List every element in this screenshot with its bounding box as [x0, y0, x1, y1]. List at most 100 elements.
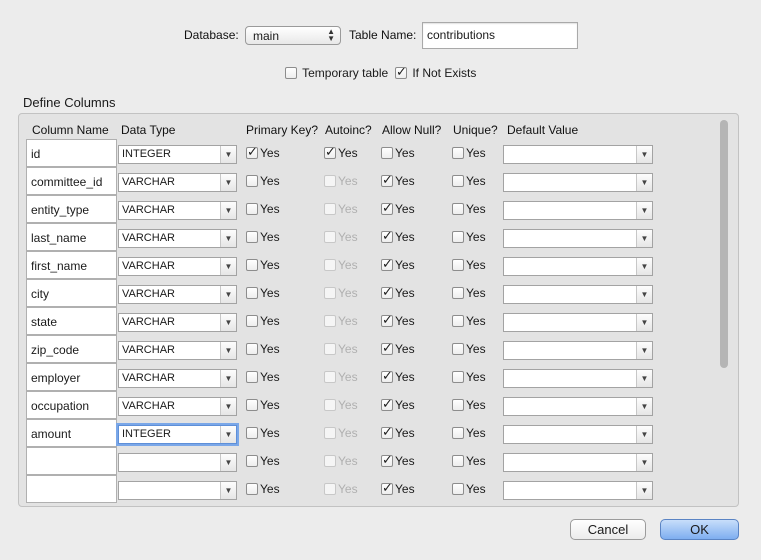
allow-null-checkbox[interactable]: Yes	[381, 480, 415, 496]
chevron-down-icon[interactable]: ▼	[636, 314, 652, 331]
checkbox-box[interactable]	[381, 256, 393, 272]
checkbox-box[interactable]	[246, 315, 258, 327]
chevron-down-icon[interactable]: ▼	[636, 370, 652, 387]
chevron-down-icon[interactable]: ▼	[220, 174, 236, 191]
autoinc-checkbox[interactable]: Yes	[324, 454, 358, 468]
autoinc-checkbox[interactable]: Yes	[324, 370, 358, 384]
checkbox-box[interactable]	[246, 144, 258, 160]
column-name-field[interactable]	[26, 475, 117, 503]
data-type-combo[interactable]: ▼	[118, 481, 237, 500]
primary-key-checkbox[interactable]: Yes	[246, 426, 280, 440]
chevron-down-icon[interactable]: ▼	[220, 258, 236, 275]
column-name-field[interactable]: zip_code	[26, 335, 117, 363]
unique-checkbox[interactable]: Yes	[452, 286, 486, 300]
chevron-down-icon[interactable]: ▼	[636, 426, 652, 443]
data-type-combo[interactable]: VARCHAR ▼	[118, 257, 237, 276]
checkbox-box[interactable]	[381, 172, 393, 188]
database-popup[interactable]: main ▲ ▼	[245, 26, 341, 45]
chevron-down-icon[interactable]: ▼	[220, 286, 236, 303]
checkbox-box[interactable]	[324, 144, 336, 160]
data-type-combo[interactable]: VARCHAR ▼	[118, 341, 237, 360]
data-type-combo[interactable]: VARCHAR ▼	[118, 313, 237, 332]
checkbox-box[interactable]	[246, 483, 258, 495]
chevron-down-icon[interactable]: ▼	[220, 314, 236, 331]
checkbox-box[interactable]	[381, 368, 393, 384]
checkbox-box[interactable]	[324, 231, 336, 243]
checkbox-box[interactable]	[285, 67, 297, 79]
unique-checkbox[interactable]: Yes	[452, 202, 486, 216]
primary-key-checkbox[interactable]: Yes	[246, 286, 280, 300]
primary-key-checkbox[interactable]: Yes	[246, 174, 280, 188]
chevron-down-icon[interactable]: ▼	[636, 454, 652, 471]
chevron-down-icon[interactable]: ▼	[636, 174, 652, 191]
unique-checkbox[interactable]: Yes	[452, 342, 486, 356]
primary-key-checkbox[interactable]: Yes	[246, 144, 280, 160]
allow-null-checkbox[interactable]: Yes	[381, 146, 415, 160]
checkbox-box[interactable]	[452, 455, 464, 467]
column-name-field[interactable]	[26, 447, 117, 475]
default-value-combo[interactable]: ▼	[503, 201, 653, 220]
default-value-combo[interactable]: ▼	[503, 257, 653, 276]
allow-null-checkbox[interactable]: Yes	[381, 172, 415, 188]
chevron-down-icon[interactable]: ▼	[636, 286, 652, 303]
primary-key-checkbox[interactable]: Yes	[246, 314, 280, 328]
checkbox-box[interactable]	[452, 399, 464, 411]
checkbox-box[interactable]	[452, 259, 464, 271]
chevron-down-icon[interactable]: ▼	[636, 342, 652, 359]
primary-key-checkbox[interactable]: Yes	[246, 230, 280, 244]
checkbox-box[interactable]	[246, 371, 258, 383]
primary-key-checkbox[interactable]: Yes	[246, 370, 280, 384]
data-type-combo[interactable]: INTEGER ▼	[118, 145, 237, 164]
data-type-combo[interactable]: VARCHAR ▼	[118, 369, 237, 388]
checkbox-box[interactable]	[381, 340, 393, 356]
chevron-down-icon[interactable]: ▼	[636, 258, 652, 275]
data-type-combo[interactable]: VARCHAR ▼	[118, 397, 237, 416]
default-value-combo[interactable]: ▼	[503, 313, 653, 332]
chevron-down-icon[interactable]: ▼	[636, 230, 652, 247]
chevron-down-icon[interactable]: ▼	[220, 426, 236, 443]
allow-null-checkbox[interactable]: Yes	[381, 424, 415, 440]
checkbox-box[interactable]	[324, 399, 336, 411]
allow-null-checkbox[interactable]: Yes	[381, 312, 415, 328]
chevron-down-icon[interactable]: ▼	[220, 370, 236, 387]
checkbox-box[interactable]	[324, 175, 336, 187]
checkbox-box[interactable]	[246, 455, 258, 467]
unique-checkbox[interactable]: Yes	[452, 482, 486, 496]
allow-null-checkbox[interactable]: Yes	[381, 368, 415, 384]
unique-checkbox[interactable]: Yes	[452, 398, 486, 412]
autoinc-checkbox[interactable]: Yes	[324, 286, 358, 300]
allow-null-checkbox[interactable]: Yes	[381, 256, 415, 272]
autoinc-checkbox[interactable]: Yes	[324, 342, 358, 356]
unique-checkbox[interactable]: Yes	[452, 230, 486, 244]
unique-checkbox[interactable]: Yes	[452, 454, 486, 468]
checkbox-box[interactable]	[246, 399, 258, 411]
data-type-combo[interactable]: VARCHAR ▼	[118, 173, 237, 192]
autoinc-checkbox[interactable]: Yes	[324, 144, 358, 160]
default-value-combo[interactable]: ▼	[503, 229, 653, 248]
chevron-down-icon[interactable]: ▼	[220, 482, 236, 499]
checkbox-box[interactable]	[381, 424, 393, 440]
chevron-down-icon[interactable]: ▼	[636, 146, 652, 163]
temporary-table-checkbox[interactable]: Temporary table	[285, 66, 388, 80]
checkbox-box[interactable]	[246, 427, 258, 439]
checkbox-box[interactable]	[324, 315, 336, 327]
column-name-field[interactable]: amount	[26, 419, 117, 447]
autoinc-checkbox[interactable]: Yes	[324, 314, 358, 328]
data-type-combo[interactable]: INTEGER ▼	[118, 425, 237, 444]
checkbox-box[interactable]	[381, 284, 393, 300]
default-value-combo[interactable]: ▼	[503, 397, 653, 416]
checkbox-box[interactable]	[381, 147, 393, 159]
if-not-exists-checkbox[interactable]: If Not Exists	[395, 64, 476, 80]
ok-button[interactable]: OK	[660, 519, 739, 540]
autoinc-checkbox[interactable]: Yes	[324, 174, 358, 188]
chevron-down-icon[interactable]: ▼	[636, 202, 652, 219]
chevron-down-icon[interactable]: ▼	[220, 398, 236, 415]
chevron-down-icon[interactable]: ▼	[220, 342, 236, 359]
allow-null-checkbox[interactable]: Yes	[381, 396, 415, 412]
allow-null-checkbox[interactable]: Yes	[381, 452, 415, 468]
column-name-field[interactable]: first_name	[26, 251, 117, 279]
default-value-combo[interactable]: ▼	[503, 425, 653, 444]
data-type-combo[interactable]: VARCHAR ▼	[118, 201, 237, 220]
checkbox-box[interactable]	[381, 480, 393, 496]
chevron-down-icon[interactable]: ▼	[220, 230, 236, 247]
